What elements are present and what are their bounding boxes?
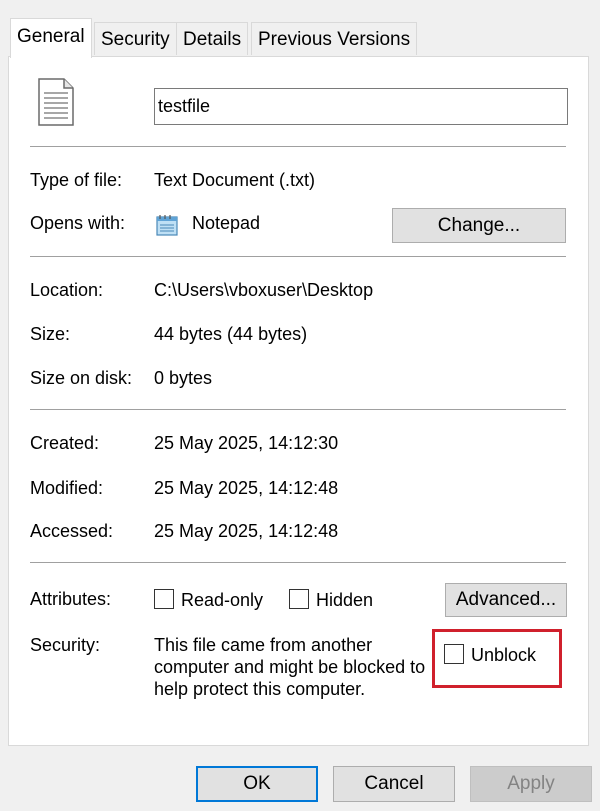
- tab-security[interactable]: Security: [94, 22, 177, 55]
- hidden-checkbox[interactable]: [289, 589, 309, 609]
- ok-button[interactable]: OK: [196, 766, 318, 802]
- change-button[interactable]: Change...: [392, 208, 566, 243]
- advanced-button[interactable]: Advanced...: [445, 583, 567, 617]
- tab-previous-versions[interactable]: Previous Versions: [251, 22, 418, 55]
- readonly-checkbox[interactable]: [154, 589, 174, 609]
- general-tab-panel: [8, 56, 589, 746]
- tab-general[interactable]: General: [10, 18, 92, 58]
- tab-details[interactable]: Details: [176, 22, 249, 55]
- unblock-checkbox[interactable]: [444, 644, 464, 664]
- file-name-input[interactable]: [154, 88, 568, 125]
- apply-button[interactable]: Apply: [470, 766, 592, 802]
- cancel-button[interactable]: Cancel: [333, 766, 455, 802]
